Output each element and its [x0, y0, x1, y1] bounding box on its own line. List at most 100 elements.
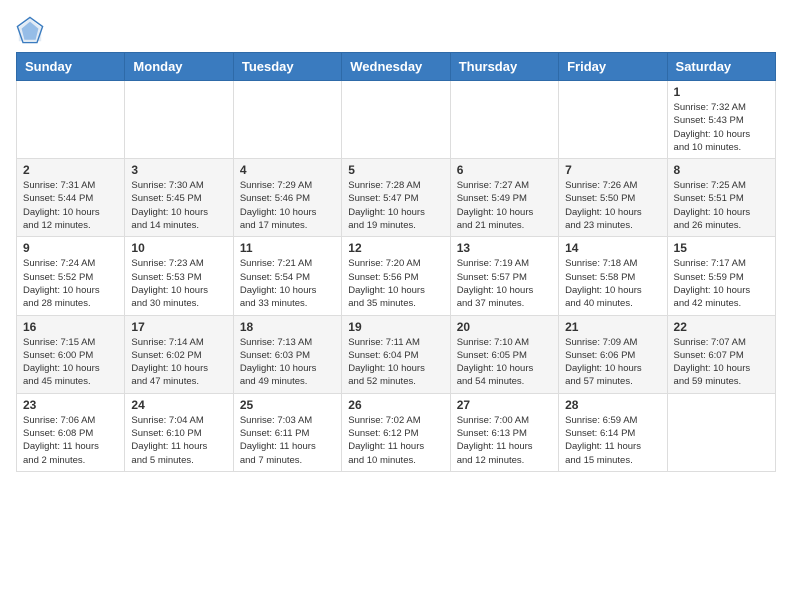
day-number: 11	[240, 241, 335, 255]
calendar-cell	[559, 81, 667, 159]
weekday-header-sunday: Sunday	[17, 53, 125, 81]
calendar-cell: 25 Sunrise: 7:03 AM Sunset: 6:11 PM Dayli…	[233, 393, 341, 471]
calendar-cell: 8 Sunrise: 7:25 AM Sunset: 5:51 PM Daylig…	[667, 159, 775, 237]
day-number: 1	[674, 85, 769, 99]
calendar-cell: 16 Sunrise: 7:15 AM Sunset: 6:00 PM Dayli…	[17, 315, 125, 393]
day-number: 27	[457, 398, 552, 412]
page-header	[16, 16, 776, 44]
calendar-cell: 9 Sunrise: 7:24 AM Sunset: 5:52 PM Daylig…	[17, 237, 125, 315]
calendar-cell: 26 Sunrise: 7:02 AM Sunset: 6:12 PM Dayli…	[342, 393, 450, 471]
calendar-week-2: 2 Sunrise: 7:31 AM Sunset: 5:44 PM Daylig…	[17, 159, 776, 237]
day-number: 22	[674, 320, 769, 334]
day-number: 10	[131, 241, 226, 255]
calendar-cell: 3Sunrise: 7:30 AM Sunset: 5:45 PM Daylig…	[125, 159, 233, 237]
calendar-cell: 21 Sunrise: 7:09 AM Sunset: 6:06 PM Dayli…	[559, 315, 667, 393]
day-info: Sunrise: 7:28 AM Sunset: 5:47 PM Dayligh…	[348, 179, 443, 232]
calendar-cell	[17, 81, 125, 159]
calendar-cell: 2 Sunrise: 7:31 AM Sunset: 5:44 PM Daylig…	[17, 159, 125, 237]
calendar-cell: 7 Sunrise: 7:26 AM Sunset: 5:50 PM Daylig…	[559, 159, 667, 237]
day-info: Sunrise: 7:32 AM Sunset: 5:43 PM Dayligh…	[674, 101, 769, 154]
day-number: 28	[565, 398, 660, 412]
weekday-header-saturday: Saturday	[667, 53, 775, 81]
day-number: 26	[348, 398, 443, 412]
calendar-cell: 27 Sunrise: 7:00 AM Sunset: 6:13 PM Dayli…	[450, 393, 558, 471]
calendar-week-4: 16 Sunrise: 7:15 AM Sunset: 6:00 PM Dayli…	[17, 315, 776, 393]
day-number: 24	[131, 398, 226, 412]
day-number: 20	[457, 320, 552, 334]
day-number: 8	[674, 163, 769, 177]
calendar-cell: 17Sunrise: 7:14 AM Sunset: 6:02 PM Dayli…	[125, 315, 233, 393]
day-number: 19	[348, 320, 443, 334]
day-info: Sunrise: 7:23 AM Sunset: 5:53 PM Dayligh…	[131, 257, 226, 310]
calendar-cell: 13Sunrise: 7:19 AM Sunset: 5:57 PM Dayli…	[450, 237, 558, 315]
day-number: 9	[23, 241, 118, 255]
calendar-cell: 19Sunrise: 7:11 AM Sunset: 6:04 PM Dayli…	[342, 315, 450, 393]
day-number: 15	[674, 241, 769, 255]
day-info: Sunrise: 7:00 AM Sunset: 6:13 PM Dayligh…	[457, 414, 552, 467]
weekday-header-row: SundayMondayTuesdayWednesdayThursdayFrid…	[17, 53, 776, 81]
day-info: Sunrise: 7:15 AM Sunset: 6:00 PM Dayligh…	[23, 336, 118, 389]
day-number: 18	[240, 320, 335, 334]
day-info: Sunrise: 7:25 AM Sunset: 5:51 PM Dayligh…	[674, 179, 769, 232]
day-info: Sunrise: 7:27 AM Sunset: 5:49 PM Dayligh…	[457, 179, 552, 232]
calendar-cell: 5 Sunrise: 7:28 AM Sunset: 5:47 PM Daylig…	[342, 159, 450, 237]
calendar-table: SundayMondayTuesdayWednesdayThursdayFrid…	[16, 52, 776, 472]
calendar-cell: 1 Sunrise: 7:32 AM Sunset: 5:43 PM Daylig…	[667, 81, 775, 159]
day-number: 7	[565, 163, 660, 177]
day-info: Sunrise: 7:20 AM Sunset: 5:56 PM Dayligh…	[348, 257, 443, 310]
day-number: 2	[23, 163, 118, 177]
weekday-header-monday: Monday	[125, 53, 233, 81]
calendar-cell	[233, 81, 341, 159]
calendar-cell: 15 Sunrise: 7:17 AM Sunset: 5:59 PM Dayli…	[667, 237, 775, 315]
calendar-cell: 11 Sunrise: 7:21 AM Sunset: 5:54 PM Dayli…	[233, 237, 341, 315]
calendar-week-3: 9 Sunrise: 7:24 AM Sunset: 5:52 PM Daylig…	[17, 237, 776, 315]
day-info: Sunrise: 7:02 AM Sunset: 6:12 PM Dayligh…	[348, 414, 443, 467]
day-info: Sunrise: 7:04 AM Sunset: 6:10 PM Dayligh…	[131, 414, 226, 467]
day-info: Sunrise: 7:24 AM Sunset: 5:52 PM Dayligh…	[23, 257, 118, 310]
day-info: Sunrise: 7:31 AM Sunset: 5:44 PM Dayligh…	[23, 179, 118, 232]
weekday-header-wednesday: Wednesday	[342, 53, 450, 81]
day-number: 4	[240, 163, 335, 177]
day-number: 5	[348, 163, 443, 177]
day-number: 13	[457, 241, 552, 255]
calendar-cell	[667, 393, 775, 471]
day-number: 16	[23, 320, 118, 334]
day-info: Sunrise: 7:03 AM Sunset: 6:11 PM Dayligh…	[240, 414, 335, 467]
day-info: Sunrise: 7:30 AM Sunset: 5:45 PM Dayligh…	[131, 179, 226, 232]
calendar-cell: 10 Sunrise: 7:23 AM Sunset: 5:53 PM Dayli…	[125, 237, 233, 315]
weekday-header-tuesday: Tuesday	[233, 53, 341, 81]
calendar-week-1: 1 Sunrise: 7:32 AM Sunset: 5:43 PM Daylig…	[17, 81, 776, 159]
day-number: 6	[457, 163, 552, 177]
calendar-cell: 24 Sunrise: 7:04 AM Sunset: 6:10 PM Dayli…	[125, 393, 233, 471]
day-info: Sunrise: 7:07 AM Sunset: 6:07 PM Dayligh…	[674, 336, 769, 389]
day-number: 14	[565, 241, 660, 255]
calendar-cell: 18 Sunrise: 7:13 AM Sunset: 6:03 PM Dayli…	[233, 315, 341, 393]
calendar-cell: 23 Sunrise: 7:06 AM Sunset: 6:08 PM Dayli…	[17, 393, 125, 471]
calendar-cell: 20 Sunrise: 7:10 AM Sunset: 6:05 PM Dayli…	[450, 315, 558, 393]
calendar-cell	[125, 81, 233, 159]
day-info: Sunrise: 7:21 AM Sunset: 5:54 PM Dayligh…	[240, 257, 335, 310]
day-info: Sunrise: 7:13 AM Sunset: 6:03 PM Dayligh…	[240, 336, 335, 389]
calendar-cell	[342, 81, 450, 159]
day-info: Sunrise: 7:14 AM Sunset: 6:02 PM Dayligh…	[131, 336, 226, 389]
calendar-cell: 6 Sunrise: 7:27 AM Sunset: 5:49 PM Daylig…	[450, 159, 558, 237]
day-info: Sunrise: 7:18 AM Sunset: 5:58 PM Dayligh…	[565, 257, 660, 310]
day-number: 25	[240, 398, 335, 412]
day-info: Sunrise: 7:09 AM Sunset: 6:06 PM Dayligh…	[565, 336, 660, 389]
day-number: 12	[348, 241, 443, 255]
calendar-cell: 22 Sunrise: 7:07 AM Sunset: 6:07 PM Dayli…	[667, 315, 775, 393]
logo	[16, 16, 48, 44]
day-number: 21	[565, 320, 660, 334]
calendar-cell: 4 Sunrise: 7:29 AM Sunset: 5:46 PM Daylig…	[233, 159, 341, 237]
weekday-header-friday: Friday	[559, 53, 667, 81]
day-info: Sunrise: 6:59 AM Sunset: 6:14 PM Dayligh…	[565, 414, 660, 467]
day-info: Sunrise: 7:26 AM Sunset: 5:50 PM Dayligh…	[565, 179, 660, 232]
day-number: 23	[23, 398, 118, 412]
day-info: Sunrise: 7:29 AM Sunset: 5:46 PM Dayligh…	[240, 179, 335, 232]
calendar-cell: 14 Sunrise: 7:18 AM Sunset: 5:58 PM Dayli…	[559, 237, 667, 315]
calendar-cell	[450, 81, 558, 159]
calendar-week-5: 23 Sunrise: 7:06 AM Sunset: 6:08 PM Dayli…	[17, 393, 776, 471]
day-info: Sunrise: 7:10 AM Sunset: 6:05 PM Dayligh…	[457, 336, 552, 389]
day-info: Sunrise: 7:06 AM Sunset: 6:08 PM Dayligh…	[23, 414, 118, 467]
day-info: Sunrise: 7:17 AM Sunset: 5:59 PM Dayligh…	[674, 257, 769, 310]
